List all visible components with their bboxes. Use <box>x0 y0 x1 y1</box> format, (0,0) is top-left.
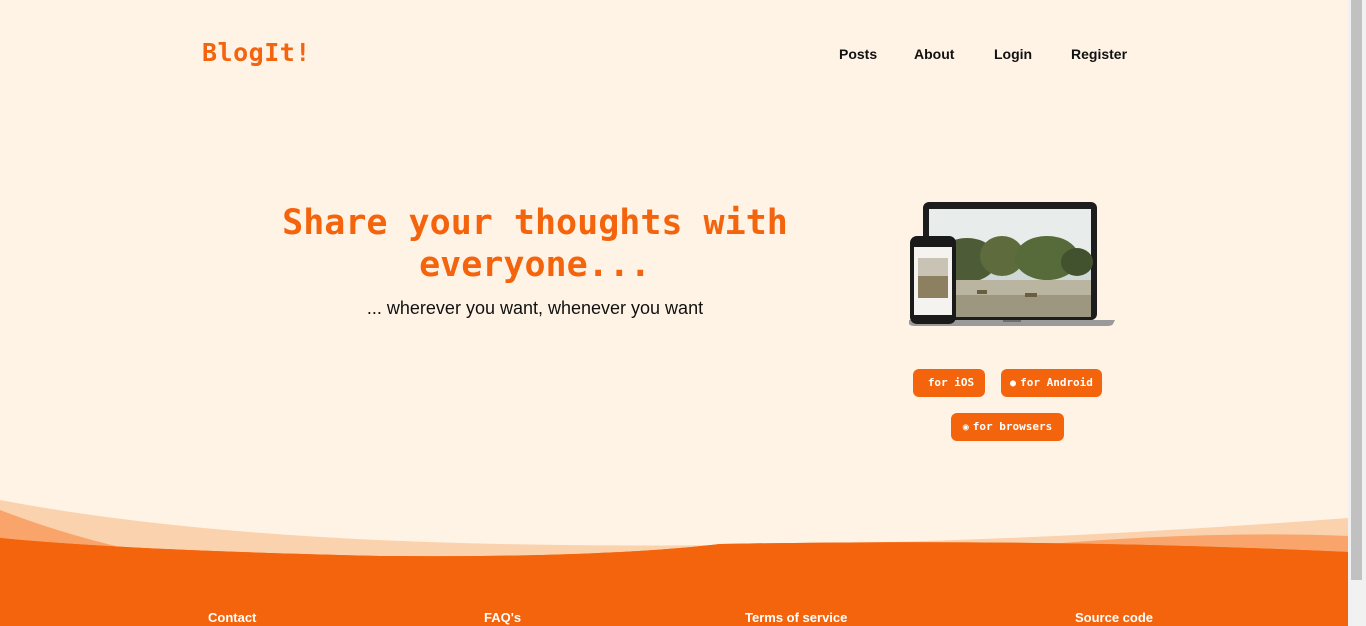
page: BlogIt! Posts About Login Register Share… <box>0 0 1348 626</box>
footer: Contact FAQ's Terms of service Source co… <box>0 610 1348 626</box>
footer-link-terms[interactable]: Terms of service <box>745 610 847 625</box>
ios-button-label: for iOS <box>927 376 975 389</box>
ios-download-button[interactable]: for iOS <box>913 369 985 397</box>
nav-link-login[interactable]: Login <box>994 46 1032 62</box>
scrollbar-thumb[interactable] <box>1351 0 1362 580</box>
android-button-label: for Android <box>1020 376 1093 389</box>
browsers-download-button[interactable]: ◉ for browsers <box>951 413 1064 441</box>
device-mockup-image <box>909 202 1115 326</box>
hero-title: Share your thoughts with everyone... <box>282 203 788 285</box>
top-nav: Posts About Login Register <box>0 46 1348 66</box>
android-icon: ● <box>1010 378 1017 389</box>
chrome-icon: ◉ <box>962 422 969 433</box>
vertical-scrollbar[interactable] <box>1348 0 1366 626</box>
browsers-button-label: for browsers <box>972 420 1053 433</box>
footer-link-source-code[interactable]: Source code <box>1075 610 1153 625</box>
nav-link-register[interactable]: Register <box>1071 46 1127 62</box>
hero-subtitle: ... wherever you want, whenever you want <box>366 298 704 318</box>
footer-link-contact[interactable]: Contact <box>208 610 256 625</box>
android-download-button[interactable]: ● for Android <box>1001 369 1102 397</box>
nav-link-posts[interactable]: Posts <box>839 46 877 62</box>
footer-link-faqs[interactable]: FAQ's <box>484 610 521 625</box>
nav-link-about[interactable]: About <box>914 46 954 62</box>
